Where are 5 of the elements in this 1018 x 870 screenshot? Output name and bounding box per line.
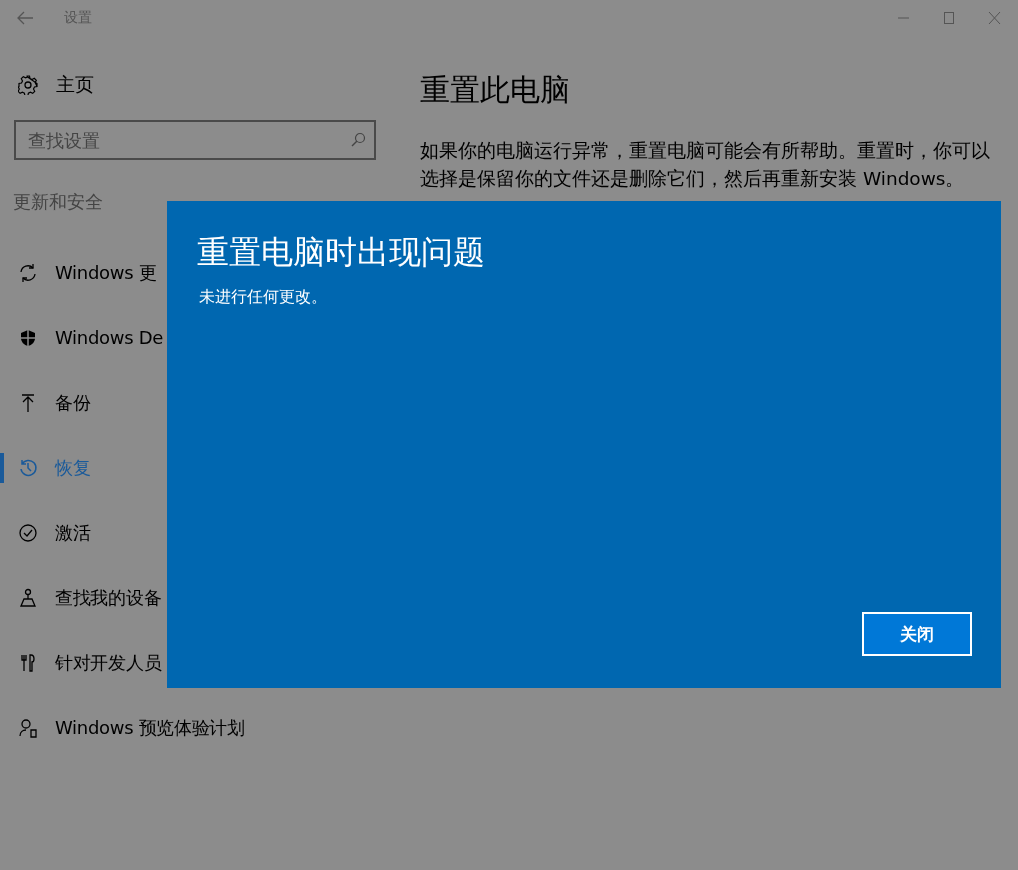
dialog-title: 重置电脑时出现问题 [197,232,486,273]
section-heading: 更新和安全 [13,190,104,214]
description-text: 如果你的电脑运行异常，重置电脑可能会有所帮助。重置时，你可以选择是保留你的文件还是删除它们，然后再重新安装 Windows。 [420,139,990,191]
dialog-message: 未进行任何更改。 [199,287,328,308]
page-title: 重置此电脑 [420,71,571,109]
